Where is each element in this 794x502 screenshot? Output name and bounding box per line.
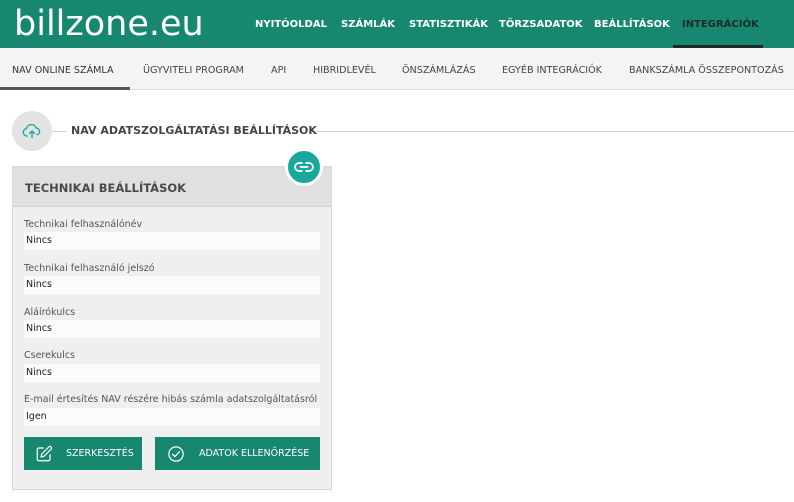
nav-item-settings[interactable]: BEÁLLÍTÁSOK [594, 0, 670, 48]
tab-bank-account-matching[interactable]: BANKSZÁMLA ÖSSZEPONTOZÁS [629, 48, 784, 90]
tab-api[interactable]: API [271, 48, 286, 90]
verify-data-button[interactable]: ADATOK ELLENŐRZÉSE [155, 437, 320, 470]
exchange-key-label: Cserekulcs [24, 350, 76, 361]
cloud-upload-icon [22, 123, 41, 139]
logo[interactable]: billzone.eu [14, 3, 204, 45]
nav-item-invoices[interactable]: SZÁMLÁK [341, 0, 395, 48]
card-title: TECHNIKAI BEÁLLÍTÁSOK [25, 181, 187, 195]
top-bar: billzone.eu NYITÓOLDAL SZÁMLÁK STATISZTI… [0, 0, 794, 48]
link-badge[interactable] [285, 148, 323, 186]
signing-key-label: Aláírókulcs [24, 307, 76, 318]
tab-hybrid-letter[interactable]: HIBRIDLEVÉL [313, 48, 376, 90]
email-notification-label: E-mail értesítés NAV részére hibás száml… [24, 394, 318, 405]
edit-button[interactable]: SZERKESZTÉS [24, 437, 142, 470]
nav-item-integrations[interactable]: INTEGRÁCIÓK [682, 0, 759, 48]
nav-item-home[interactable]: NYITÓOLDAL [255, 0, 327, 48]
technical-password-label: Technikai felhasználó jelszó [24, 263, 155, 274]
sub-navigation: NAV ONLINE SZÁMLA ÜGYVITELI PROGRAM API … [0, 48, 794, 90]
section-icon-circle [12, 111, 52, 151]
section-divider-right [316, 131, 794, 132]
tab-other-integrations[interactable]: EGYÉB INTEGRÁCIÓK [502, 48, 602, 90]
technical-username-value: Nincs [24, 232, 320, 250]
nav-item-statistics[interactable]: STATISZTIKÁK [409, 0, 488, 48]
tab-self-billing[interactable]: ÖNSZÁMLÁZÁS [402, 48, 476, 90]
check-circle-icon [168, 446, 184, 462]
edit-icon [36, 445, 53, 462]
tab-accounting-program[interactable]: ÜGYVITELI PROGRAM [143, 48, 244, 90]
email-notification-value: Igen [24, 408, 320, 426]
section-divider-left [52, 131, 66, 132]
verify-data-button-label: ADATOK ELLENŐRZÉSE [199, 448, 310, 459]
tab-nav-online-invoice[interactable]: NAV ONLINE SZÁMLA [12, 48, 114, 90]
signing-key-value: Nincs [24, 320, 320, 338]
nav-item-master-data[interactable]: TÖRZSADATOK [499, 0, 583, 48]
exchange-key-value: Nincs [24, 364, 320, 382]
technical-username-label: Technikai felhasználónév [24, 219, 143, 230]
section-title: NAV ADATSZOLGÁLTATÁSI BEÁLLÍTÁSOK [71, 124, 317, 137]
edit-button-label: SZERKESZTÉS [66, 448, 134, 459]
link-icon [294, 162, 314, 172]
active-tab-indicator [0, 87, 130, 90]
technical-password-value: Nincs [24, 276, 320, 294]
card-header: TECHNIKAI BEÁLLÍTÁSOK [13, 167, 331, 207]
